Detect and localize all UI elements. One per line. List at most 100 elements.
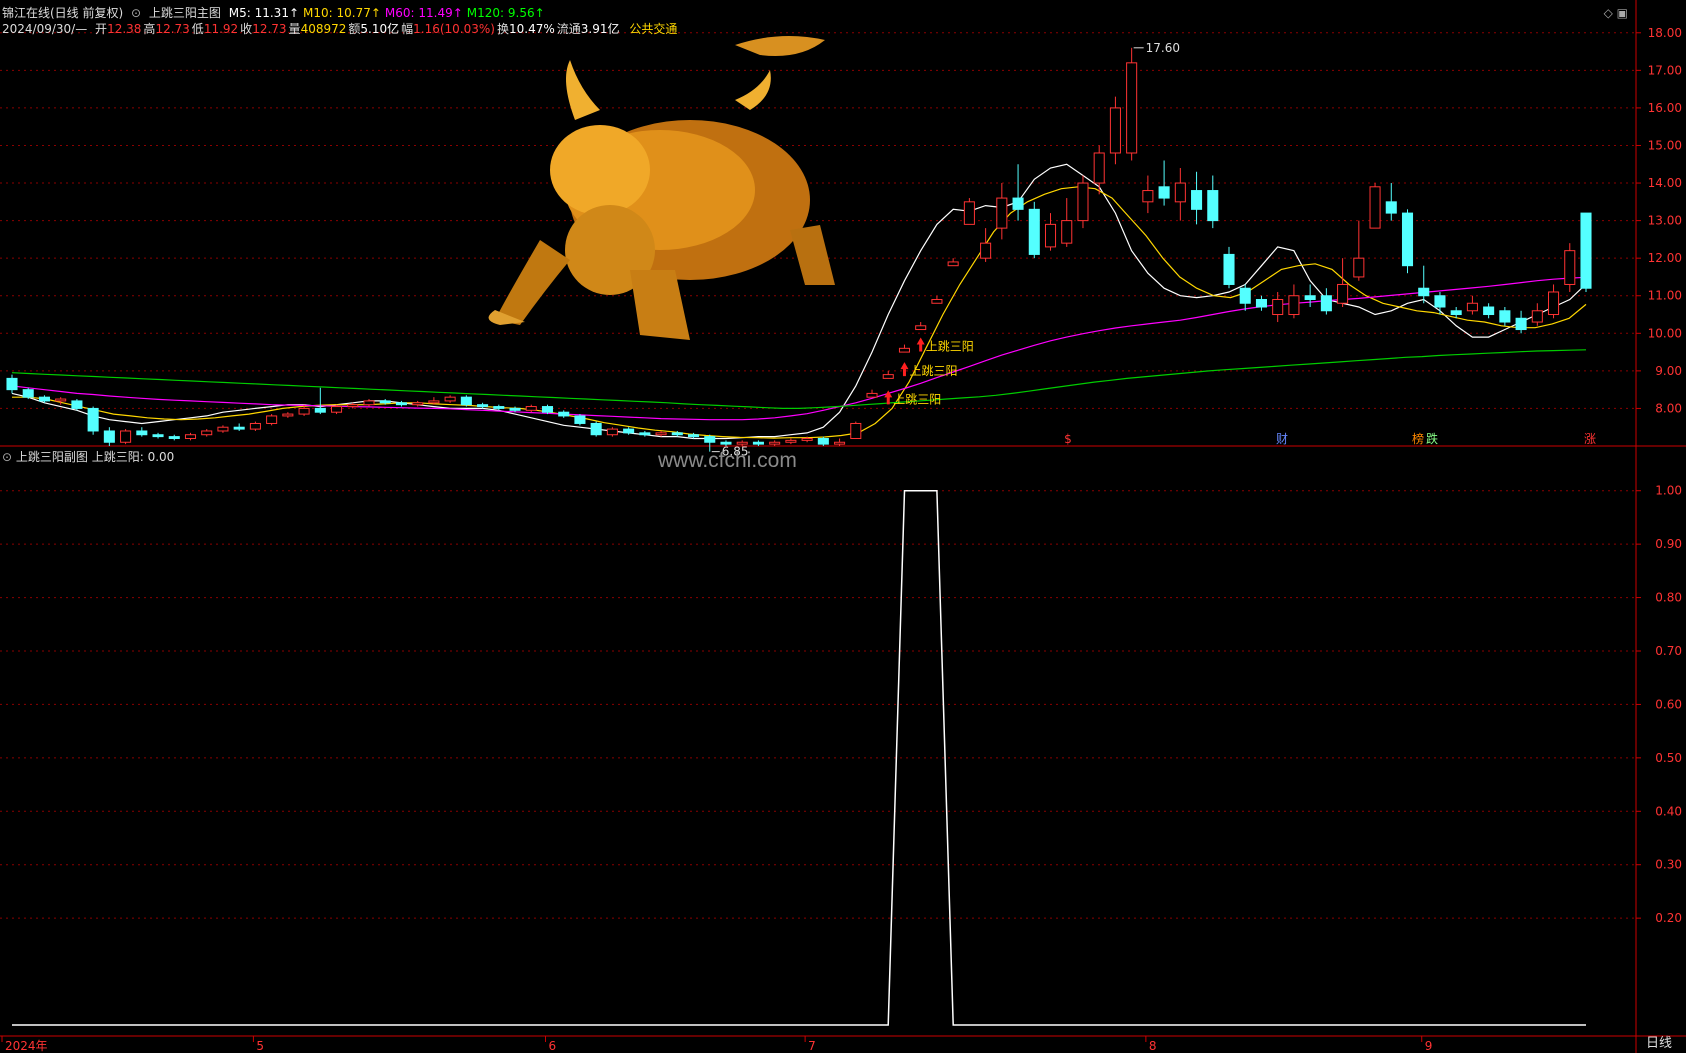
candle bbox=[1093, 145, 1105, 195]
candle-body bbox=[1450, 310, 1462, 316]
y-tick-label: 15.00 bbox=[1648, 138, 1682, 152]
main-indicator-name[interactable]: 上跳三阳主图 bbox=[149, 6, 221, 20]
candle bbox=[541, 404, 554, 415]
candle bbox=[1304, 284, 1316, 308]
y-tick-label: 0.70 bbox=[1655, 644, 1682, 658]
chart-canvas: 18.00 17.00 16.00 15.00 14.00 13.00 12.00 11.00… bbox=[0, 0, 1686, 1053]
candle bbox=[1126, 47, 1138, 161]
golden-bull-image bbox=[488, 36, 835, 340]
candle-body bbox=[1158, 186, 1170, 199]
candle bbox=[233, 423, 245, 431]
quote-date: 2024/09/30/— bbox=[2, 22, 88, 36]
candle-body bbox=[71, 400, 83, 409]
candle-body bbox=[233, 426, 245, 430]
candle bbox=[1077, 175, 1089, 229]
candle bbox=[996, 183, 1008, 240]
indicator-toggle-icon[interactable]: ⊙ bbox=[131, 6, 141, 20]
candle bbox=[314, 387, 326, 415]
candle bbox=[817, 436, 829, 446]
candle bbox=[1044, 213, 1057, 251]
chart-annotations: 17.606.85上跳三阳上跳三阳上跳三阳$ 财榜跌涨 bbox=[711, 41, 1596, 459]
candle bbox=[282, 412, 294, 418]
candle-body bbox=[509, 407, 521, 411]
period-tab[interactable]: 日线 bbox=[1646, 1032, 1672, 1051]
candle-body bbox=[1466, 302, 1478, 312]
y-tick-label: 10.00 bbox=[1648, 326, 1682, 340]
candle bbox=[395, 400, 407, 407]
candle-body bbox=[1044, 223, 1057, 248]
sector-label[interactable]: 公共交通 bbox=[629, 22, 677, 36]
quote-key: 量 bbox=[288, 22, 301, 36]
candle bbox=[460, 395, 472, 407]
candle-body bbox=[1369, 186, 1381, 229]
date-axis: 2024年 5 6 7 8 9 bbox=[1, 1036, 1433, 1053]
candle-body bbox=[6, 377, 18, 391]
candle-body bbox=[898, 347, 911, 353]
indicator-value: 上跳三阳: 0.00 bbox=[91, 450, 175, 464]
y-tick-label: 17.00 bbox=[1648, 63, 1682, 77]
quote-item-0: 开12.38 bbox=[95, 22, 141, 36]
candle bbox=[525, 404, 537, 413]
candle-body bbox=[1191, 190, 1203, 210]
indicator-toggle-icon[interactable]: ⊙ bbox=[2, 450, 12, 464]
candle-body bbox=[428, 400, 440, 404]
candle bbox=[639, 430, 651, 437]
candle-body bbox=[1028, 208, 1040, 255]
candle-body bbox=[103, 430, 115, 443]
candle bbox=[947, 258, 959, 267]
x-tick-label: 2024年 bbox=[5, 1039, 48, 1053]
quote-value: 408972 bbox=[300, 22, 347, 36]
candle bbox=[477, 402, 489, 409]
main-price-axis: 18.00 17.00 16.00 15.00 14.00 13.00 12.00 11.00… bbox=[1636, 26, 1682, 415]
indicator-name[interactable]: 上跳三阳副图 bbox=[16, 450, 88, 464]
candle bbox=[1401, 209, 1414, 274]
quote-key: 换 bbox=[496, 22, 509, 36]
candle-body bbox=[1093, 152, 1105, 184]
candle bbox=[1223, 246, 1235, 289]
candle-body bbox=[168, 436, 180, 439]
candle-body bbox=[801, 437, 813, 441]
event-tag: 榜 bbox=[1412, 431, 1424, 446]
quote-item-4: 量408972 bbox=[289, 22, 347, 36]
candle bbox=[915, 322, 927, 331]
candle bbox=[850, 421, 862, 439]
candle bbox=[1255, 295, 1267, 311]
candle bbox=[1288, 284, 1300, 319]
event-tag: 涨 bbox=[1584, 431, 1596, 446]
y-tick-label: 0.90 bbox=[1655, 537, 1682, 551]
candle bbox=[1385, 183, 1397, 221]
x-tick-label: 9 bbox=[1425, 1039, 1433, 1053]
candle-body bbox=[931, 298, 943, 304]
quote-value: 12.73 bbox=[252, 22, 287, 36]
indicator-header: ⊙ 上跳三阳副图 上跳三阳: 0.00 bbox=[2, 448, 174, 465]
candle-body bbox=[785, 439, 797, 443]
candle bbox=[1239, 284, 1251, 311]
event-tag: 财 bbox=[1276, 432, 1288, 446]
candle-body bbox=[249, 422, 261, 430]
quote-values: 开12.38 高12.73 低11.92 收12.73 量408972 额5.10亿 幅1.… bbox=[95, 22, 621, 36]
candle bbox=[590, 421, 602, 437]
quote-value: 12.73 bbox=[155, 22, 190, 36]
quote-item-7: 换10.47% bbox=[497, 22, 555, 36]
candle-body bbox=[769, 441, 781, 445]
y-tick-label: 16.00 bbox=[1648, 101, 1682, 115]
candle bbox=[6, 374, 18, 394]
candle bbox=[1483, 303, 1495, 319]
event-tag: $ bbox=[1064, 432, 1072, 446]
candle bbox=[152, 432, 164, 439]
window-control-icons[interactable]: ◇ ▣ bbox=[1604, 6, 1628, 20]
candle bbox=[184, 432, 197, 441]
candle bbox=[1142, 175, 1154, 214]
candle-body bbox=[639, 432, 651, 436]
candle bbox=[1174, 168, 1186, 221]
candle-body bbox=[1174, 182, 1186, 203]
candle bbox=[834, 438, 846, 446]
candle-body bbox=[1109, 107, 1121, 154]
candle-body bbox=[395, 402, 407, 406]
candle bbox=[1272, 291, 1284, 323]
x-tick-label: 7 bbox=[808, 1039, 816, 1053]
quote-item-6: 幅1.16(10.03%) bbox=[401, 22, 495, 36]
candle-body bbox=[1061, 220, 1073, 244]
candle-body bbox=[947, 261, 959, 267]
candle-body bbox=[525, 406, 537, 411]
